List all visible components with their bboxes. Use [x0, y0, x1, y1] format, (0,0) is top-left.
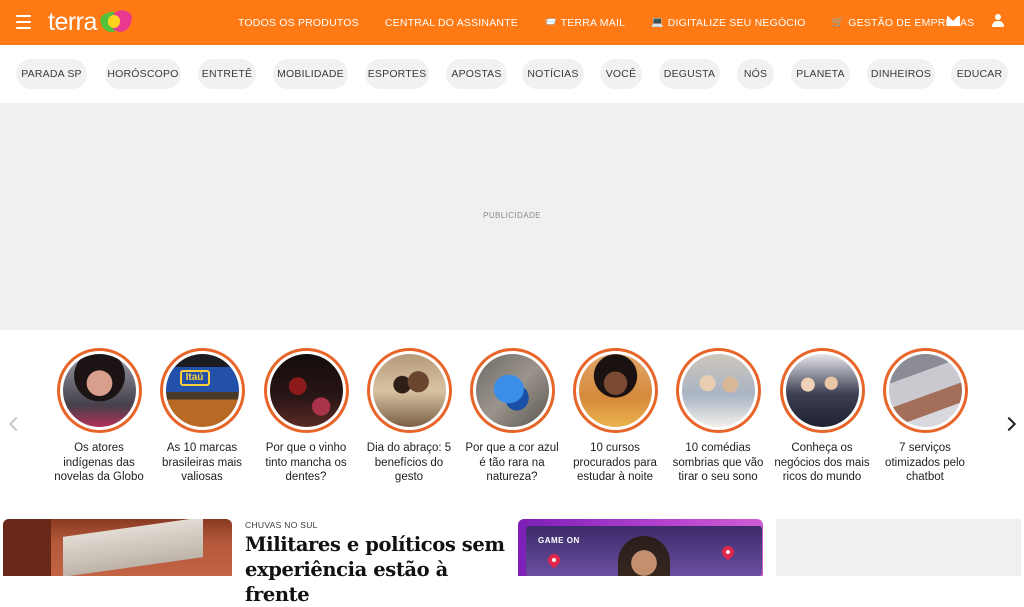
promo-title: GAME ON: [538, 536, 580, 545]
topnav-icon: 📨: [544, 17, 557, 28]
top-nav: TODOS OS PRODUTOS CENTRAL DO ASSINANTE 📨 TE…: [238, 0, 1000, 45]
story-ring: [263, 348, 349, 433]
story-thumbnail: [372, 354, 446, 427]
story-thumbnail: [62, 354, 136, 427]
story-item[interactable]: 10 comédias sombrias que vão tirar o seu…: [670, 348, 766, 485]
feature-headline[interactable]: Militares e políticos sem experiência es…: [245, 532, 507, 607]
topnav-label: DIGITALIZE SEU NEGÓCIO: [667, 16, 806, 29]
stories-carousel: Os atores indígenas das novelas da Globo…: [0, 330, 1024, 510]
story-caption: 10 cursos procurados para estudar à noit…: [573, 442, 657, 483]
story-caption: Conheça os negócios dos mais ricos do mu…: [774, 442, 870, 483]
story-thumbnail: [681, 354, 755, 427]
promo-photo: [618, 536, 670, 576]
category-pill[interactable]: ENTRETÊ: [198, 59, 256, 89]
story-item[interactable]: 10 cursos procurados para estudar à noit…: [567, 348, 663, 485]
chevron-right-icon[interactable]: [1005, 416, 1015, 432]
topbar-icons: [947, 14, 1004, 28]
category-pill[interactable]: HORÓSCOPO: [105, 59, 181, 89]
category-pill[interactable]: ESPORTES: [365, 59, 429, 89]
user-icon[interactable]: [992, 14, 1004, 28]
category-nav: PARADA SP HORÓSCOPO ENTRETÊ MOBILIDADE ESPOR…: [0, 45, 1024, 103]
story-caption: As 10 marcas brasileiras mais valiosas: [162, 442, 242, 483]
topnav-label: TERRA MAIL: [560, 16, 626, 29]
logo-mark-icon: [98, 7, 134, 35]
category-pill[interactable]: EDUCAR: [951, 59, 1008, 89]
category-pill[interactable]: DINHEIROS: [867, 59, 935, 89]
category-pill[interactable]: APOSTAS: [446, 59, 507, 89]
story-ring: [779, 348, 865, 433]
story-thumbnail: [475, 354, 549, 427]
story-ring: Itaú: [159, 348, 245, 433]
story-item[interactable]: Os atores indígenas das novelas da Globo: [51, 348, 147, 485]
story-ring: [882, 348, 968, 433]
story-item[interactable]: Conheça os negócios dos mais ricos do mu…: [774, 348, 870, 485]
topnav-icon: 🛒: [831, 17, 845, 28]
itau-logo: Itaú: [179, 370, 210, 386]
topnav-central-do-assinante[interactable]: CENTRAL DO ASSINANTE: [385, 17, 518, 29]
promo-card[interactable]: GAME ON: [518, 519, 763, 576]
side-ad-slot: [776, 519, 1021, 576]
category-pill[interactable]: DEGUSTA: [659, 59, 720, 89]
logo-text: terra: [48, 8, 97, 36]
story-caption: Dia do abraço: 5 benefícios do gesto: [366, 442, 452, 483]
feature-kicker[interactable]: CHUVAS NO SUL: [245, 520, 318, 530]
story-item[interactable]: 7 serviços otimizados pelo chatbot: [877, 348, 973, 485]
category-pill[interactable]: PLANETA: [791, 59, 850, 89]
story-ring: [572, 348, 658, 433]
story-caption: Por que a cor azul é tão rara na naturez…: [465, 442, 559, 483]
story-item[interactable]: Por que o vinho tinto mancha os dentes?: [258, 348, 354, 485]
topnav-label: TODOS OS PRODUTOS: [238, 16, 359, 29]
story-caption: 10 comédias sombrias que vão tirar o seu…: [672, 442, 764, 483]
story-thumbnail: [269, 354, 343, 427]
terra-logo[interactable]: terra: [48, 7, 134, 37]
story-ring: [366, 348, 452, 433]
topnav-todos-os-produtos[interactable]: TODOS OS PRODUTOS: [238, 17, 359, 29]
story-item[interactable]: Dia do abraço: 5 benefícios do gesto: [361, 348, 457, 485]
ad-slot: PUBLICIDADE: [0, 103, 1024, 330]
story-caption: Por que o vinho tinto mancha os dentes?: [265, 442, 347, 483]
category-pill[interactable]: MOBILIDADE: [273, 59, 348, 89]
topnav-terra-mail[interactable]: 📨 TERRA MAIL: [544, 17, 625, 29]
map-pin-icon: [719, 543, 737, 561]
ad-label: PUBLICIDADE: [483, 211, 541, 220]
category-pill[interactable]: PARADA SP: [16, 59, 87, 89]
story-thumbnail: Itaú: [165, 354, 239, 427]
category-pill[interactable]: NÓS: [737, 59, 774, 89]
story-item[interactable]: Por que a cor azul é tão rara na naturez…: [464, 348, 560, 485]
category-pill[interactable]: NOTÍCIAS: [522, 59, 584, 89]
chevron-left-icon[interactable]: [8, 416, 18, 432]
mail-icon[interactable]: [947, 16, 960, 26]
story-thumbnail: [785, 354, 859, 427]
story-caption: Os atores indígenas das novelas da Globo: [54, 442, 144, 483]
feature-image[interactable]: [3, 519, 232, 576]
story-thumbnail: [888, 354, 962, 427]
topnav-digitalize-seu-negocio[interactable]: 💻 DIGITALIZE SEU NEGÓCIO: [651, 17, 805, 29]
story-ring: [56, 348, 142, 433]
story-ring: [469, 348, 555, 433]
top-header: terra TODOS OS PRODUTOS CENTRAL DO ASSINA…: [0, 0, 1024, 45]
map-pin-icon: [545, 551, 563, 569]
category-pill[interactable]: VOCÊ: [600, 59, 642, 89]
story-ring: [675, 348, 761, 433]
story-caption: 7 serviços otimizados pelo chatbot: [885, 442, 965, 483]
topnav-label: CENTRAL DO ASSINANTE: [384, 16, 519, 29]
story-thumbnail: [578, 354, 652, 427]
topnav-icon: 💻: [651, 17, 664, 28]
story-item[interactable]: Itaú As 10 marcas brasileiras mais valios…: [154, 348, 250, 485]
menu-icon[interactable]: [16, 15, 31, 29]
